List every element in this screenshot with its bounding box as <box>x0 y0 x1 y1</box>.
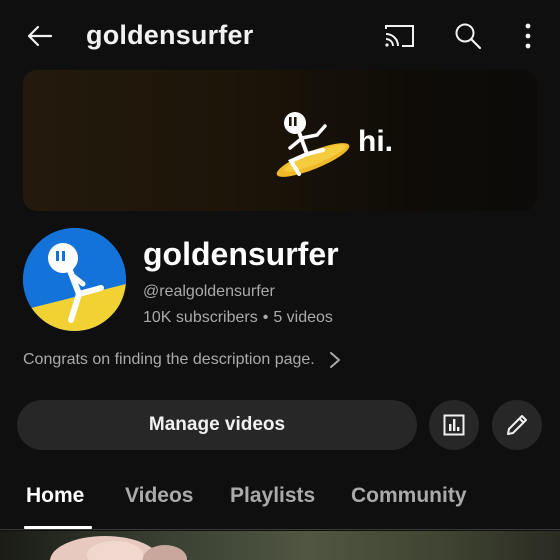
manage-videos-button[interactable]: Manage videos <box>17 400 417 450</box>
channel-stats: 10K subscribers • 5 videos <box>143 309 333 327</box>
channel-name: goldensurfer <box>143 236 339 272</box>
channel-tabs: Home Videos Playlists Community <box>0 470 560 530</box>
channel-banner: hi. <box>23 70 537 211</box>
edit-channel-button[interactable] <box>492 400 542 450</box>
surfer-avatar-image <box>23 228 126 331</box>
analytics-button[interactable] <box>429 400 479 450</box>
channel-handle: @realgoldensurfer <box>143 283 275 300</box>
channel-description: Congrats on finding the description page… <box>23 351 315 368</box>
video-count: 5 videos <box>273 309 333 326</box>
channel-description-link[interactable]: Congrats on finding the description page… <box>23 351 341 369</box>
top-app-bar: goldensurfer <box>0 0 560 72</box>
search-icon <box>455 23 482 50</box>
stats-separator: • <box>262 309 269 326</box>
channel-avatar[interactable] <box>23 228 126 331</box>
arrow-left-icon <box>27 25 53 47</box>
search-button[interactable] <box>448 16 488 56</box>
tab-community[interactable]: Community <box>351 484 467 508</box>
video-thumbnail[interactable] <box>0 531 560 560</box>
chevron-right-icon <box>329 351 341 369</box>
tab-home[interactable]: Home <box>26 484 84 508</box>
more-vertical-icon <box>525 23 531 49</box>
tab-videos[interactable]: Videos <box>125 484 193 508</box>
more-options-button[interactable] <box>510 16 546 56</box>
cast-icon <box>385 25 414 47</box>
back-button[interactable] <box>18 16 62 56</box>
subscriber-count: 10K subscribers <box>143 309 258 326</box>
cast-button[interactable] <box>380 16 420 56</box>
thumbnail-image <box>50 536 187 560</box>
analytics-icon <box>443 414 465 436</box>
header-title: goldensurfer <box>86 20 254 50</box>
tabs-divider <box>0 529 560 530</box>
banner-text: hi. <box>358 125 393 158</box>
pencil-icon <box>507 415 527 435</box>
surfer-stick-figure-image <box>276 112 350 177</box>
tab-playlists[interactable]: Playlists <box>230 484 315 508</box>
